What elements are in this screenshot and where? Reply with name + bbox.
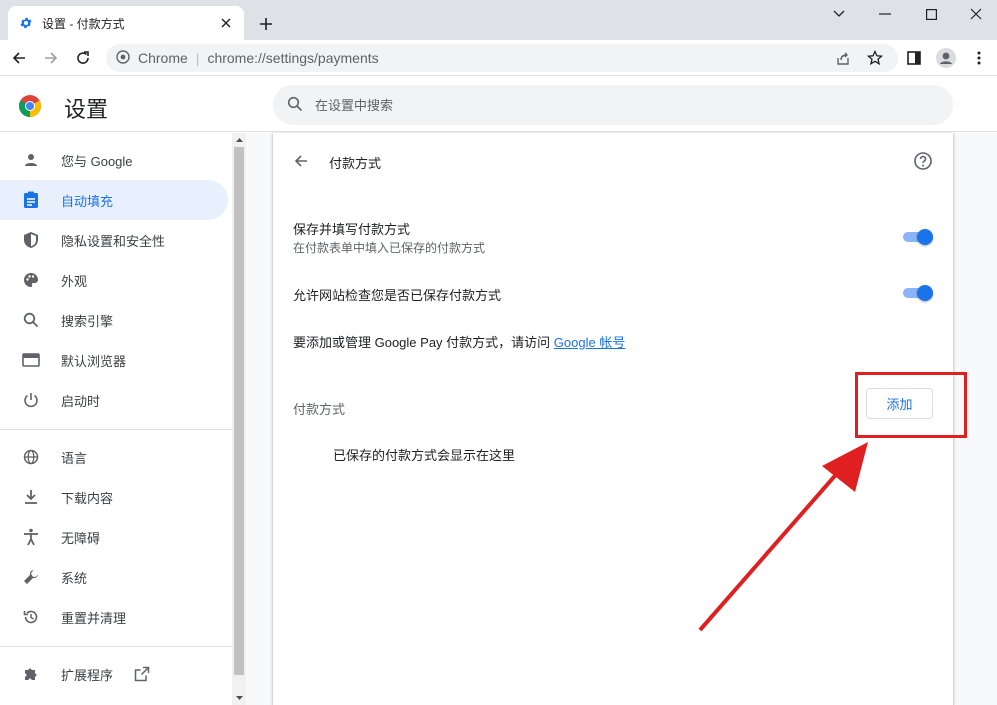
sidebar-item-label: 您与 Google xyxy=(61,153,133,169)
back-arrow-icon[interactable] xyxy=(5,44,33,72)
payment-methods-heading: 付款方式 xyxy=(293,402,346,417)
profile-avatar-icon[interactable] xyxy=(932,44,960,72)
sidebar-item-label: 搜索引擎 xyxy=(61,313,114,329)
sidebar-item-label: 重置并清理 xyxy=(61,610,127,626)
sidebar-item-reset[interactable]: 重置并清理 xyxy=(0,597,228,637)
save-fill-description: 在付款表单中填入已保存的付款方式 xyxy=(293,241,486,255)
puzzle-icon xyxy=(20,663,42,685)
empty-payments-message: 已保存的付款方式会显示在这里 xyxy=(333,448,516,463)
sidebar-divider xyxy=(0,429,232,430)
sidebar-item-label: 扩展程序 xyxy=(61,667,114,683)
sidebar-item-label: 默认浏览器 xyxy=(61,353,127,369)
save-fill-label: 保存并填写付款方式 xyxy=(293,222,411,237)
page-title: 设置 xyxy=(64,97,109,122)
allow-check-label: 允许网站检查您是否已保存付款方式 xyxy=(293,288,502,303)
chrome-logo-icon xyxy=(18,94,42,118)
sidebar-item-you-and-google[interactable]: 您与 Google xyxy=(0,140,228,180)
search-input[interactable] xyxy=(315,97,915,113)
scroll-up-arrow-icon[interactable] xyxy=(232,133,246,147)
globe-icon xyxy=(20,446,42,468)
side-panel-icon[interactable] xyxy=(900,44,928,72)
url-path: settings/payments xyxy=(265,50,379,66)
sidebar-item-accessibility[interactable]: 无障碍 xyxy=(0,517,228,557)
maximize-button[interactable] xyxy=(908,0,954,28)
save-fill-toggle[interactable] xyxy=(903,229,933,245)
browser-icon xyxy=(20,349,42,371)
history-icon xyxy=(20,606,42,628)
sidebar-item-label: 外观 xyxy=(61,273,88,289)
title-bar: 设置 - 付款方式 xyxy=(0,0,997,40)
external-link-icon xyxy=(134,666,150,685)
toggle-knob xyxy=(917,229,933,245)
sidebar-divider xyxy=(0,646,232,647)
reload-icon[interactable] xyxy=(69,44,97,72)
sidebar-item-label: 启动时 xyxy=(61,393,101,409)
wrench-icon xyxy=(20,566,42,588)
help-icon[interactable] xyxy=(913,151,933,171)
clipboard-icon xyxy=(20,189,42,211)
sidebar-item-label: 隐私设置和安全性 xyxy=(61,233,166,249)
sidebar-scrollbar[interactable] xyxy=(232,133,246,705)
accessibility-icon xyxy=(20,526,42,548)
address-bar[interactable]: Chrome | chrome://settings/payments xyxy=(106,44,898,72)
tab-search-icon[interactable] xyxy=(816,0,862,28)
gear-icon xyxy=(18,15,34,31)
google-account-link[interactable]: Google 帐号 xyxy=(554,335,626,350)
sidebar-item-autofill[interactable]: 自动填充 xyxy=(0,180,228,220)
annotation-arrow xyxy=(698,442,868,632)
toggle-knob xyxy=(917,285,933,301)
sidebar-item-label: 自动填充 xyxy=(61,193,114,209)
sidebar-item-system[interactable]: 系统 xyxy=(0,557,228,597)
tab-title: 设置 - 付款方式 xyxy=(42,16,125,31)
sidebar-item-label: 下载内容 xyxy=(61,490,114,506)
more-menu-icon[interactable] xyxy=(965,44,993,72)
chrome-site-icon xyxy=(116,49,130,67)
sidebar-item-search-engine[interactable]: 搜索引擎 xyxy=(0,300,228,340)
sidebar-item-label: 无障碍 xyxy=(61,530,101,546)
close-window-button[interactable] xyxy=(953,0,997,28)
palette-icon xyxy=(20,269,42,291)
scroll-down-arrow-icon[interactable] xyxy=(232,691,246,705)
site-label: Chrome xyxy=(138,50,188,66)
tab-close-icon[interactable] xyxy=(216,13,236,33)
sidebar-item-extensions[interactable]: 扩展程序 xyxy=(0,654,228,694)
shield-icon xyxy=(20,229,42,251)
sidebar-item-privacy[interactable]: 隐私设置和安全性 xyxy=(0,220,228,260)
sidebar-item-on-startup[interactable]: 启动时 xyxy=(0,380,228,420)
sidebar-item-downloads[interactable]: 下载内容 xyxy=(0,477,228,517)
section-title: 付款方式 xyxy=(329,156,382,171)
settings-search[interactable] xyxy=(273,85,953,125)
search-icon xyxy=(20,309,42,331)
person-icon xyxy=(20,149,42,171)
search-icon xyxy=(287,96,303,115)
scroll-thumb[interactable] xyxy=(234,147,244,675)
annotation-highlight-box xyxy=(855,372,967,438)
bookmark-star-icon[interactable] xyxy=(861,44,889,72)
forward-arrow-icon[interactable] xyxy=(37,44,65,72)
allow-check-toggle[interactable] xyxy=(903,285,933,301)
share-icon[interactable] xyxy=(829,44,857,72)
back-button[interactable] xyxy=(289,149,313,173)
sidebar-item-label: 系统 xyxy=(61,570,88,586)
sidebar-item-label: 语言 xyxy=(61,450,88,466)
gpay-info-text: 要添加或管理 Google Pay 付款方式，请访问 xyxy=(293,335,554,350)
browser-tab[interactable]: 设置 - 付款方式 xyxy=(8,6,244,40)
settings-header: 设置 xyxy=(0,76,997,132)
sidebar-item-appearance[interactable]: 外观 xyxy=(0,260,228,300)
browser-toolbar: Chrome | chrome://settings/payments xyxy=(0,40,997,76)
power-icon xyxy=(20,389,42,411)
sidebar-item-languages[interactable]: 语言 xyxy=(0,437,228,477)
download-icon xyxy=(20,486,42,508)
settings-sidebar: 您与 Google 自动填充 隐私设置和安全性 外观 搜索引擎 默认浏览器 启动… xyxy=(0,133,232,705)
gpay-info: 要添加或管理 Google Pay 付款方式，请访问 Google 帐号 xyxy=(293,332,625,351)
new-tab-button[interactable] xyxy=(254,12,278,36)
minimize-button[interactable] xyxy=(862,0,908,28)
url-scheme: chrome:// xyxy=(207,50,266,66)
sidebar-item-default-browser[interactable]: 默认浏览器 xyxy=(0,340,228,380)
omnibox-separator: | xyxy=(195,50,200,66)
